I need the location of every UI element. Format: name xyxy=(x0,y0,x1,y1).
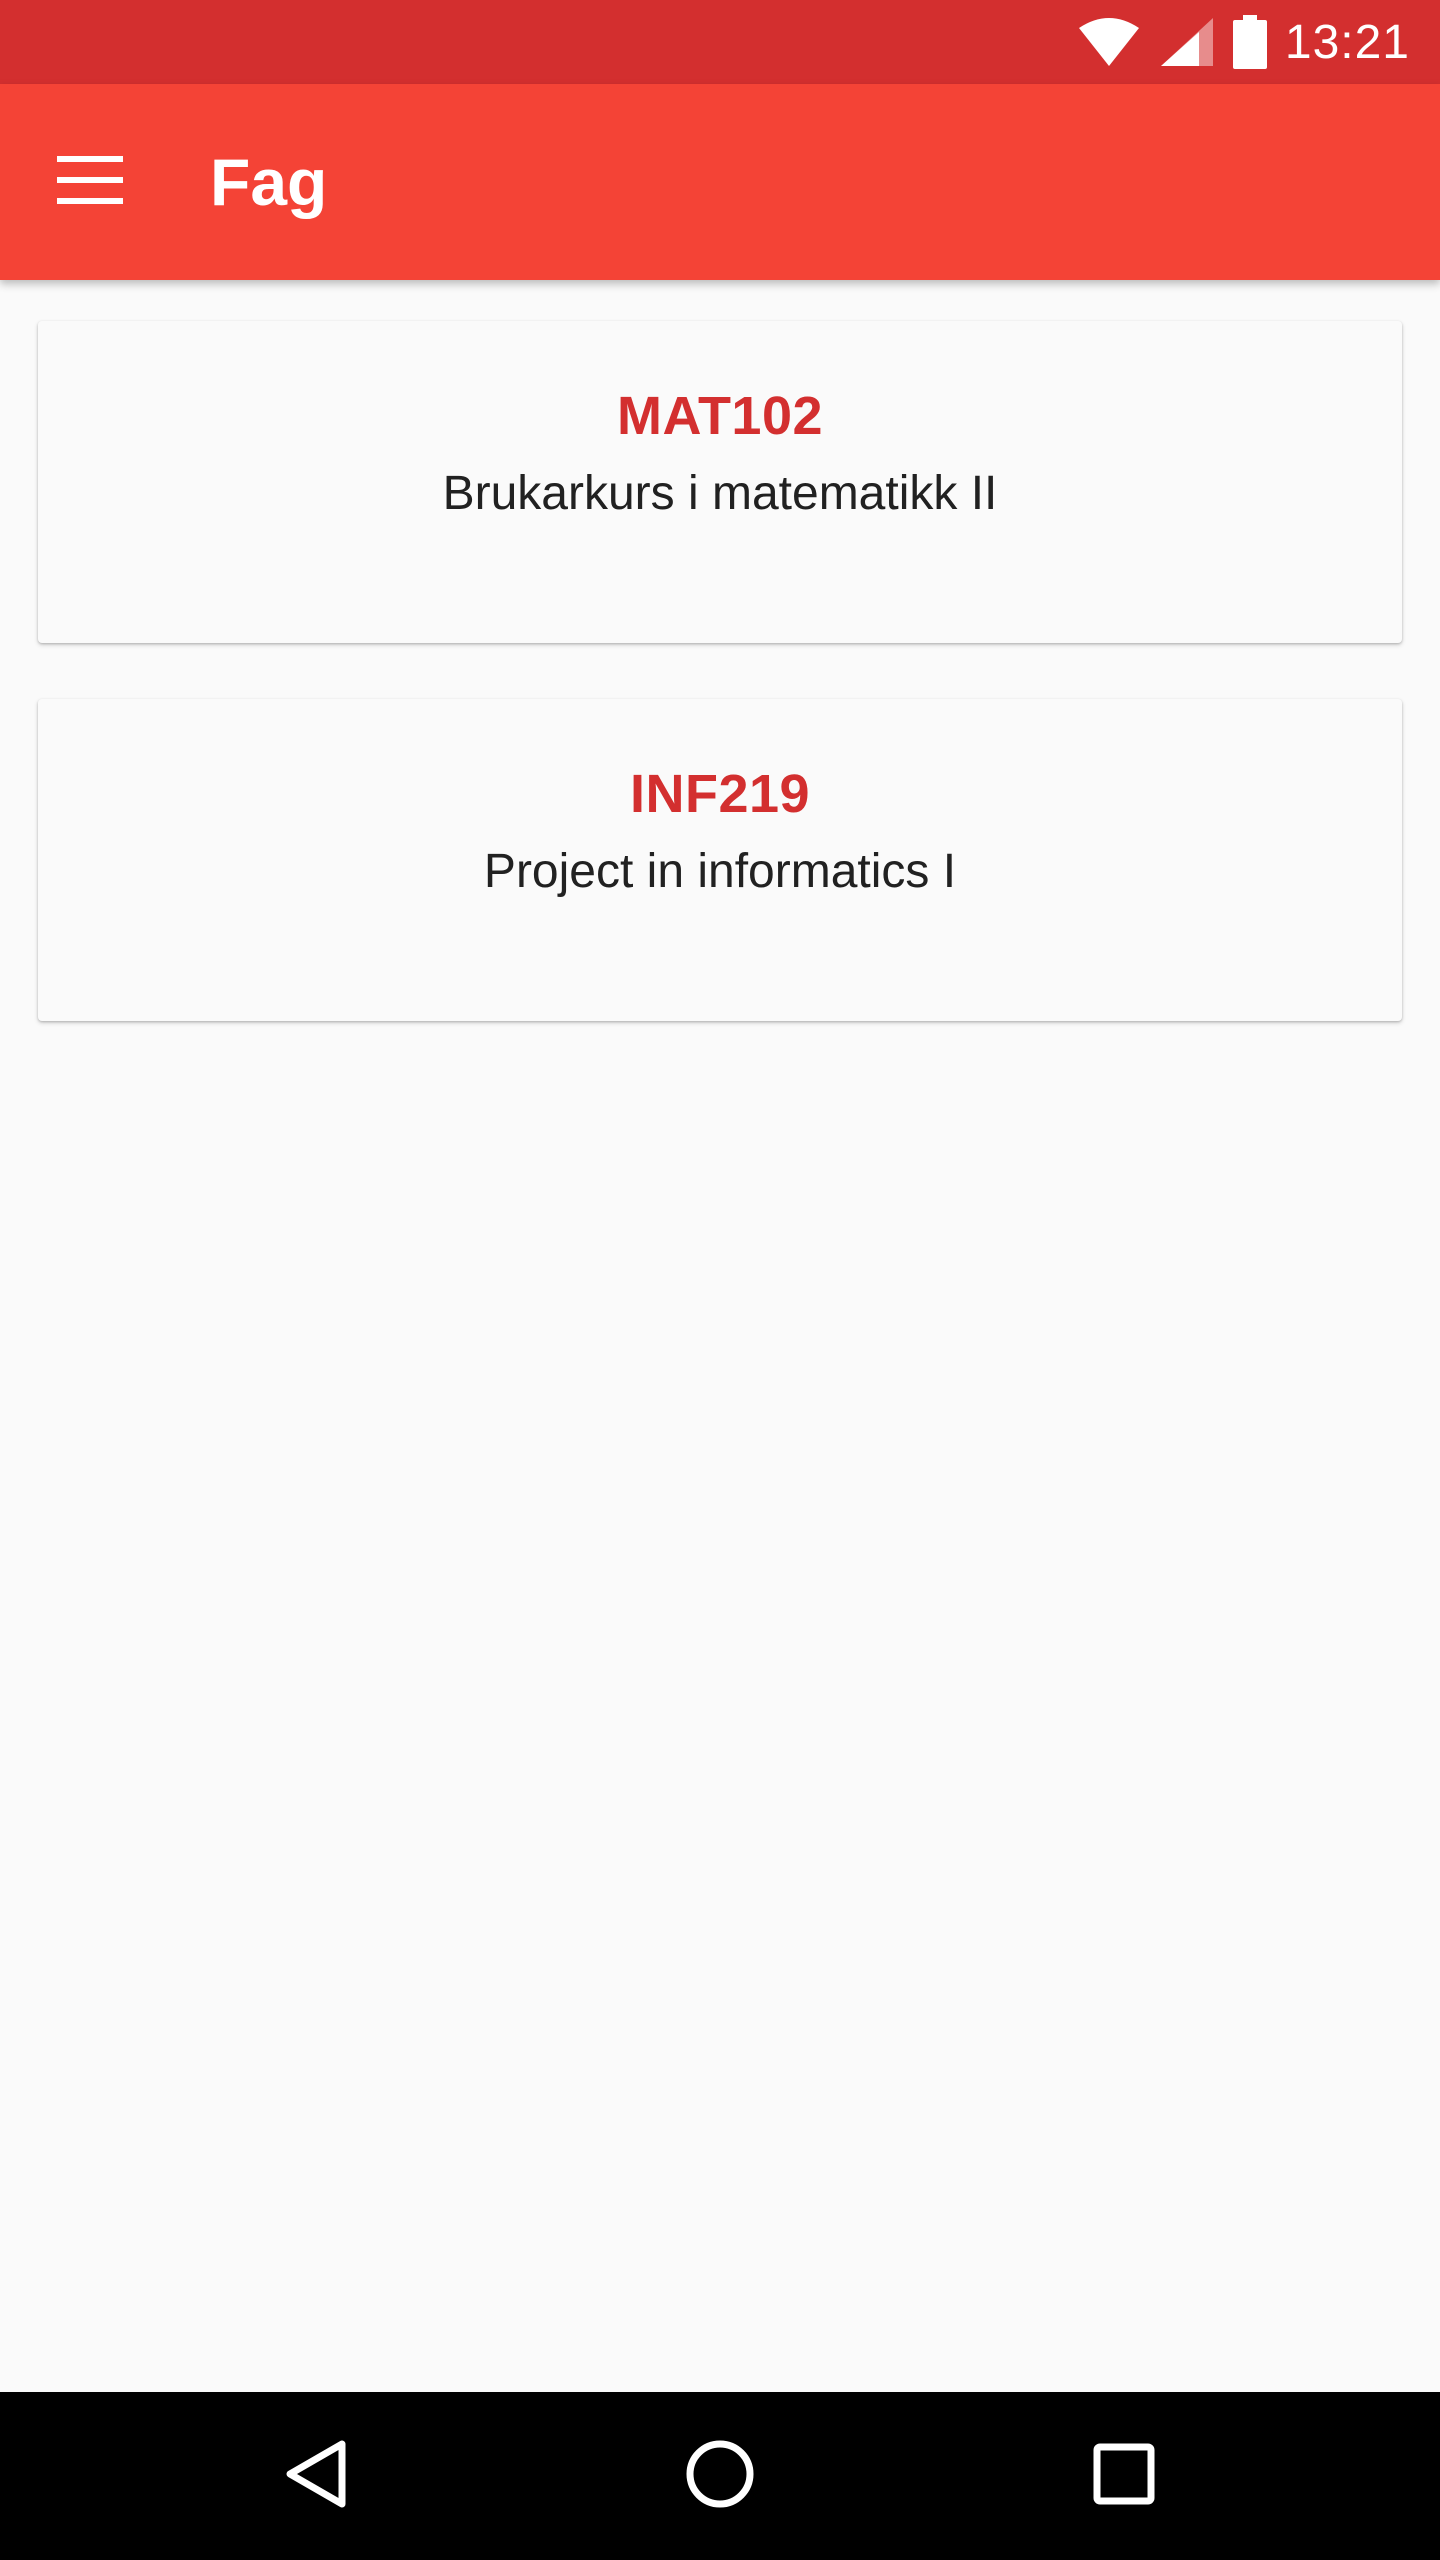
course-list: MAT102 Brukarkurs i matematikk II INF219… xyxy=(0,280,1440,2390)
recents-button[interactable] xyxy=(1064,2416,1184,2536)
home-button[interactable] xyxy=(660,2416,780,2536)
course-name: Brukarkurs i matematikk II xyxy=(442,467,998,520)
status-bar: 13:21 xyxy=(0,0,1440,84)
hamburger-menu-icon xyxy=(57,155,123,209)
wifi-icon xyxy=(1077,16,1141,68)
course-card[interactable]: INF219 Project in informatics I xyxy=(38,699,1402,1021)
course-card[interactable]: MAT102 Brukarkurs i matematikk II xyxy=(38,321,1402,643)
status-icons: 13:21 xyxy=(1077,0,1410,84)
course-name: Project in informatics I xyxy=(483,845,957,898)
app-bar: Fag xyxy=(0,84,1440,280)
back-icon xyxy=(284,2438,348,2515)
back-button[interactable] xyxy=(256,2416,376,2536)
navigation-bar xyxy=(0,2392,1440,2560)
cell-signal-icon xyxy=(1159,16,1215,68)
recents-icon xyxy=(1092,2442,1156,2511)
course-code: INF219 xyxy=(629,764,811,824)
course-code: MAT102 xyxy=(616,386,824,446)
page-title: Fag xyxy=(210,145,328,219)
status-time: 13:21 xyxy=(1284,15,1410,69)
battery-icon xyxy=(1232,15,1267,69)
menu-button[interactable] xyxy=(40,132,140,232)
home-icon xyxy=(684,2438,756,2515)
